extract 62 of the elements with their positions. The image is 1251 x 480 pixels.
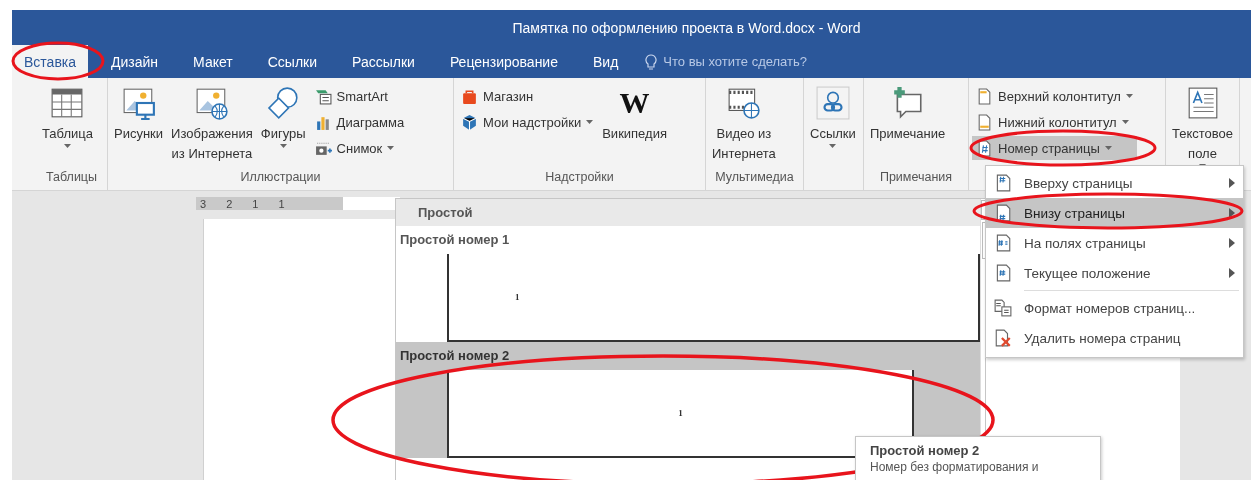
ribbon-tab[interactable]: Ссылки <box>255 45 330 78</box>
ribbon-button[interactable]: Рисунки <box>111 84 167 170</box>
page-margin-icon <box>994 234 1012 252</box>
menu-item[interactable]: Формат номеров страниц... <box>986 293 1243 323</box>
ribbon-button[interactable]: Снимок <box>310 136 409 160</box>
logo-letter: W <box>619 86 650 121</box>
shapes-icon <box>266 86 301 120</box>
pagenum-icon <box>976 139 993 157</box>
menu-item[interactable]: На полях страницы <box>986 228 1243 258</box>
ribbon-tab[interactable]: Рассылки <box>340 45 427 78</box>
ribbon-button[interactable]: Видео из Интернета <box>709 84 779 170</box>
group-label: Надстройки <box>545 170 614 184</box>
page-current-icon <box>994 264 1012 282</box>
ribbon-button[interactable]: Примечание <box>867 84 949 170</box>
tooltip-text: Номер без форматирования и <box>870 460 1040 474</box>
ribbon-button[interactable]: Нижний колонтитул <box>972 110 1137 134</box>
ribbon-tab[interactable]: Макет <box>181 45 245 78</box>
remove-icon <box>994 329 1012 347</box>
ribbon-tab[interactable]: Дизайн <box>99 45 171 78</box>
ribbon-button[interactable]: Верхний колонтитул <box>972 84 1137 108</box>
menu-item[interactable]: Вверху страницы <box>986 168 1243 198</box>
ribbon-button[interactable]: Таблица <box>39 84 96 170</box>
ribbon-tab[interactable]: Рецензирование <box>437 45 570 78</box>
gallery-item-title: Простой номер 2 <box>400 348 511 365</box>
ribbon-tab[interactable]: Вид <box>581 45 631 78</box>
lightbulb-icon <box>645 53 658 70</box>
ribbon-button[interactable]: SmartArt <box>310 84 409 108</box>
menu-item[interactable]: Текущее положение <box>986 258 1243 288</box>
ribbon-button[interactable]: Мои надстройки <box>457 110 598 134</box>
group-label: Таблицы <box>45 170 97 184</box>
table-icon <box>50 86 85 120</box>
gallery-item[interactable]: Простой номер 1 1 <box>396 226 980 342</box>
ribbon-button[interactable]: Фигуры <box>257 84 309 170</box>
page-top-icon <box>994 174 1012 192</box>
header-icon <box>976 87 993 105</box>
window-title: Памятка по оформлению проекта в Word.docx - Word <box>512 19 861 36</box>
online-picture-icon <box>194 86 229 120</box>
page-number: 1 <box>678 408 683 418</box>
addin-icon <box>461 113 478 131</box>
ribbon-button[interactable]: Ссылки <box>807 84 859 170</box>
tell-me-field[interactable]: Что вы хотите сделать? <box>663 54 808 69</box>
page-number: 1 <box>515 292 520 302</box>
menu-item[interactable]: Удалить номера страниц <box>986 323 1243 353</box>
gallery-header: Простой <box>418 205 473 220</box>
group-label: Иллюстрации <box>240 170 321 184</box>
gallery-item-title: Простой номер 1 <box>400 232 511 249</box>
tooltip-title: Простой номер 2 <box>870 443 981 458</box>
footer-icon <box>976 113 993 131</box>
ribbon-button[interactable]: Номер страницы <box>972 136 1137 160</box>
ribbon-button[interactable]: Изображения из Интернета <box>168 84 256 170</box>
picture-icon <box>121 86 156 120</box>
smartart-icon <box>314 87 332 105</box>
ribbon-button[interactable]: W Википедия <box>599 84 670 170</box>
group-label: Мультимедиа <box>715 170 794 184</box>
group-label: Примечания <box>879 170 953 184</box>
ruler: 3 2 1 1 <box>196 197 400 210</box>
ribbon-button[interactable]: Магазин <box>457 84 598 108</box>
format-icon <box>994 299 1012 317</box>
ribbon-button[interactable]: Диаграмма <box>310 110 409 134</box>
page-bottom-icon <box>994 204 1012 222</box>
store-icon <box>461 87 478 105</box>
video-icon <box>726 86 761 120</box>
